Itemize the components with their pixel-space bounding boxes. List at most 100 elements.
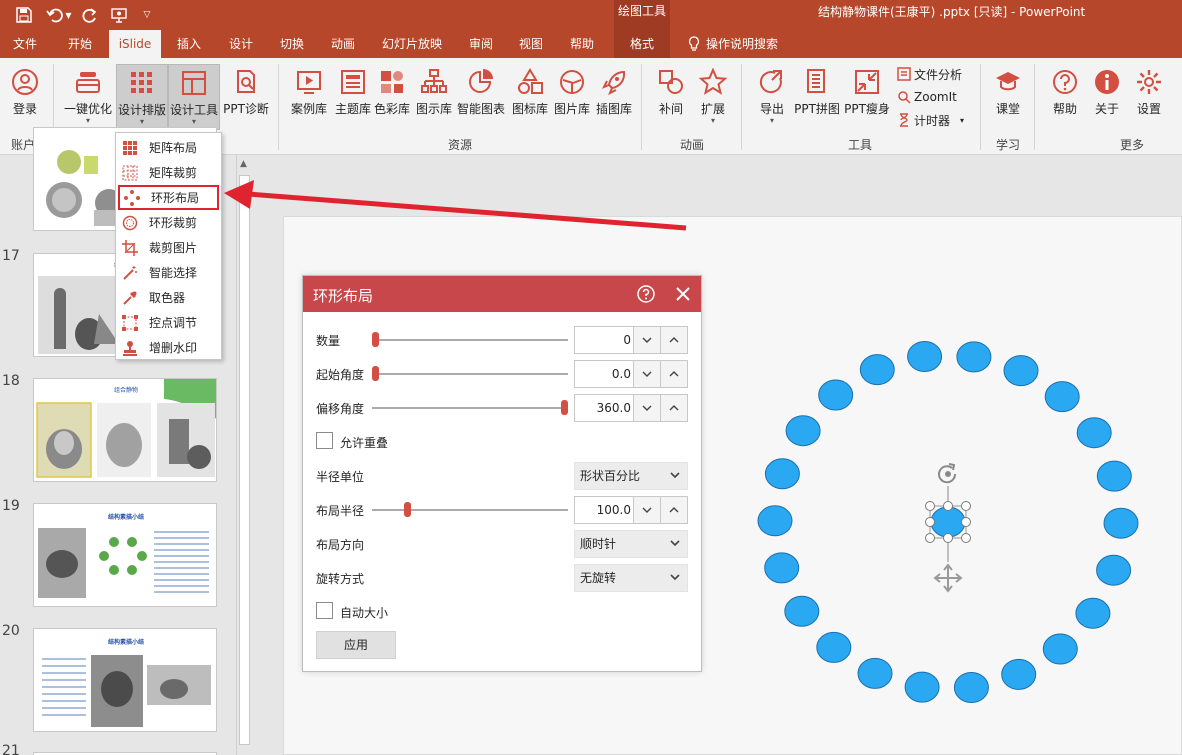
image-lib-button[interactable]: 图片库 <box>549 64 595 130</box>
tab-slideshow[interactable]: 幻灯片放映 <box>372 30 452 58</box>
extend-button[interactable]: 扩展 ▾ <box>690 64 736 130</box>
file-analysis-button[interactable]: 文件分析 <box>897 64 962 84</box>
count-value[interactable]: 0 <box>575 327 633 353</box>
ring-ellipse[interactable] <box>757 505 793 537</box>
chevron-down-icon[interactable] <box>633 497 660 523</box>
login-button[interactable]: 登录 <box>2 64 48 130</box>
ring-ellipse[interactable] <box>818 379 854 411</box>
design-layout-button[interactable]: 设计排版 ▾ <box>116 64 168 130</box>
count-stepper[interactable]: 0 <box>574 326 688 354</box>
ring-ellipse[interactable] <box>785 415 821 447</box>
ring-ellipse[interactable] <box>816 631 852 663</box>
zoomit-button[interactable]: ZoomIt <box>897 87 957 107</box>
selected-shape[interactable] <box>929 486 967 562</box>
ring-ellipse[interactable] <box>764 552 800 584</box>
tab-review[interactable]: 审阅 <box>458 30 504 58</box>
menu-item-matrix-crop[interactable]: 矩阵裁剪 <box>116 160 221 185</box>
redo-icon[interactable] <box>78 0 102 30</box>
menu-item-handle-adjust[interactable]: 控点调节 <box>116 310 221 335</box>
classroom-button[interactable]: 课堂 <box>985 64 1031 130</box>
case-lib-button[interactable]: 案例库 <box>286 64 332 130</box>
close-icon[interactable] <box>675 286 691 302</box>
thumbnail-scrollbar[interactable]: ▲ <box>236 155 252 755</box>
chevron-down-icon[interactable] <box>633 361 660 387</box>
slide-thumbnail-18[interactable]: 组合静物 <box>33 378 217 482</box>
radius-value[interactable]: 100.0 <box>575 497 633 523</box>
tab-animations[interactable]: 动画 <box>320 30 366 58</box>
diagram-lib-button[interactable]: 图示库 <box>411 64 457 130</box>
ring-ellipse[interactable] <box>1096 554 1132 586</box>
ring-ellipse[interactable] <box>1096 460 1132 492</box>
resize-handle[interactable] <box>961 533 971 543</box>
chevron-up-icon[interactable] <box>660 395 687 421</box>
radius-unit-select[interactable]: 形状百分比 <box>574 462 688 490</box>
ring-ellipse[interactable] <box>1003 355 1039 387</box>
undo-icon[interactable]: ▼ <box>44 0 74 30</box>
save-icon[interactable] <box>10 0 38 30</box>
ring-ellipse[interactable] <box>1001 658 1037 690</box>
ppt-slim-button[interactable]: PPT瘦身 <box>843 64 891 130</box>
tab-home[interactable]: 开始 <box>54 30 106 58</box>
ring-ellipse[interactable] <box>907 341 943 372</box>
ring-ellipse[interactable] <box>857 657 893 689</box>
timer-button[interactable]: 计时器 ▾ <box>897 110 964 130</box>
ring-ellipse[interactable] <box>1042 633 1078 665</box>
autosize-checkbox[interactable] <box>316 602 333 619</box>
resize-handle[interactable] <box>961 501 971 511</box>
resize-handle[interactable] <box>925 517 935 527</box>
ring-ellipse[interactable] <box>956 341 992 373</box>
resize-handle[interactable] <box>925 501 935 511</box>
diagnose-button[interactable]: PPT诊断 <box>222 64 270 130</box>
ring-ellipse[interactable] <box>1044 381 1080 413</box>
optimize-button[interactable]: 一键优化 ▾ <box>62 64 114 130</box>
chevron-down-icon[interactable] <box>633 327 660 353</box>
resize-handle[interactable] <box>961 517 971 527</box>
resize-handle[interactable] <box>943 501 953 511</box>
ppt-stitch-button[interactable]: PPT拼图 <box>793 64 841 130</box>
export-button[interactable]: 导出 ▾ <box>749 64 795 130</box>
color-lib-button[interactable]: 色彩库 <box>369 64 415 130</box>
scrollbar-thumb[interactable] <box>239 175 250 745</box>
slider-knob[interactable] <box>372 366 379 381</box>
ring-ellipse[interactable] <box>953 672 989 703</box>
settings-button[interactable]: 设置 <box>1126 64 1172 130</box>
offset-angle-value[interactable]: 360.0 <box>575 395 633 421</box>
ring-ellipse[interactable] <box>784 595 820 627</box>
slider-knob[interactable] <box>561 400 568 415</box>
ring-ellipse[interactable] <box>1075 597 1111 629</box>
apply-button[interactable]: 应用 <box>316 631 396 659</box>
design-tools-button[interactable]: 设计工具 ▾ <box>168 64 220 130</box>
chevron-up-icon[interactable] <box>660 361 687 387</box>
smart-chart-button[interactable]: 智能图表 <box>457 64 505 130</box>
menu-item-ring-crop[interactable]: 环形裁剪 <box>116 210 221 235</box>
tab-islide[interactable]: iSlide <box>109 30 161 58</box>
offset-angle-slider[interactable] <box>372 400 568 415</box>
tab-design[interactable]: 设计 <box>218 30 264 58</box>
radius-stepper[interactable]: 100.0 <box>574 496 688 524</box>
move-handle-icon[interactable] <box>933 563 963 593</box>
illustration-lib-button[interactable]: 插图库 <box>591 64 637 130</box>
ring-ellipse[interactable] <box>1076 417 1112 449</box>
help-icon[interactable] <box>637 285 655 303</box>
ring-ellipse[interactable] <box>1103 507 1139 539</box>
menu-item-watermark[interactable]: 增删水印 <box>116 335 221 360</box>
slide-thumbnail-20[interactable]: 结构素描小结 <box>33 628 217 732</box>
tab-help[interactable]: 帮助 <box>558 30 606 58</box>
slideshow-from-start-icon[interactable] <box>106 0 132 30</box>
tab-transitions[interactable]: 切换 <box>268 30 316 58</box>
ring-ellipse[interactable] <box>904 671 940 703</box>
tell-me-search[interactable]: 操作说明搜索 <box>684 30 804 58</box>
slider-knob[interactable] <box>404 502 411 517</box>
menu-item-color-picker[interactable]: 取色器 <box>116 285 221 310</box>
offset-angle-stepper[interactable]: 360.0 <box>574 394 688 422</box>
start-angle-slider[interactable] <box>372 366 568 381</box>
tab-file[interactable]: 文件 <box>0 30 50 58</box>
allow-overlap-checkbox[interactable] <box>316 432 333 449</box>
radius-slider[interactable] <box>372 502 568 517</box>
menu-item-ring-layout[interactable]: 环形布局 <box>118 185 219 210</box>
customize-toolbar-icon[interactable]: ▽ <box>138 0 156 30</box>
slider-knob[interactable] <box>372 332 379 347</box>
menu-item-matrix-layout[interactable]: 矩阵布局 <box>116 135 221 160</box>
tab-insert[interactable]: 插入 <box>165 30 213 58</box>
resize-handle[interactable] <box>925 533 935 543</box>
